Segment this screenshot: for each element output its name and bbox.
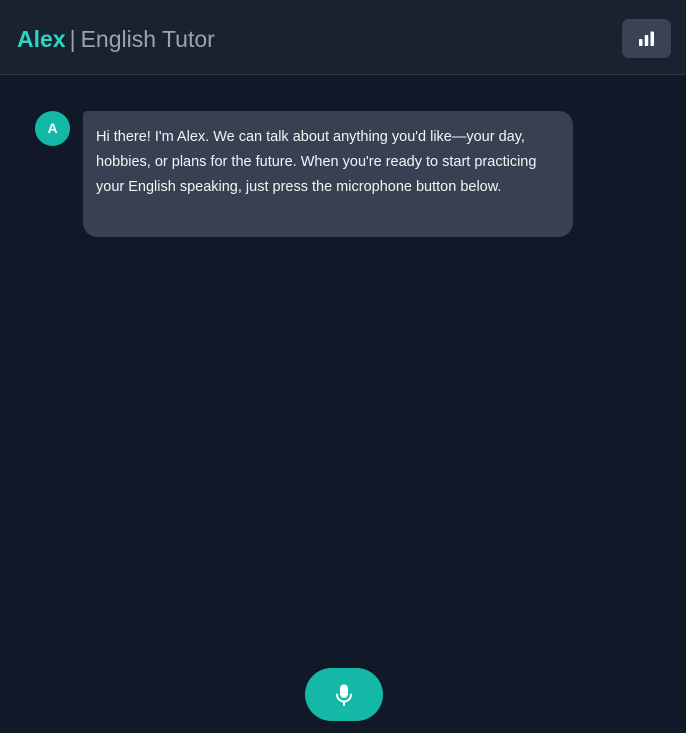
message-bubble: Hi there! I'm Alex. We can talk about an… — [83, 111, 573, 237]
tutor-name: Alex — [17, 26, 66, 52]
app-title: Alex | English Tutor — [17, 24, 215, 54]
avatar: A — [35, 111, 70, 146]
bar-chart-icon — [639, 31, 654, 46]
message-list: A Hi there! I'm Alex. We can talk about … — [0, 76, 686, 656]
tutor-role: English Tutor — [80, 26, 215, 52]
microphone-icon — [336, 684, 352, 706]
tutor-app: Alex | English Tutor A Hi there! I'm Alex.… — [0, 0, 686, 733]
app-header: Alex | English Tutor — [0, 0, 686, 75]
title-separator: | — [69, 26, 76, 52]
microphone-button[interactable] — [305, 668, 383, 721]
stats-button[interactable] — [622, 19, 671, 58]
